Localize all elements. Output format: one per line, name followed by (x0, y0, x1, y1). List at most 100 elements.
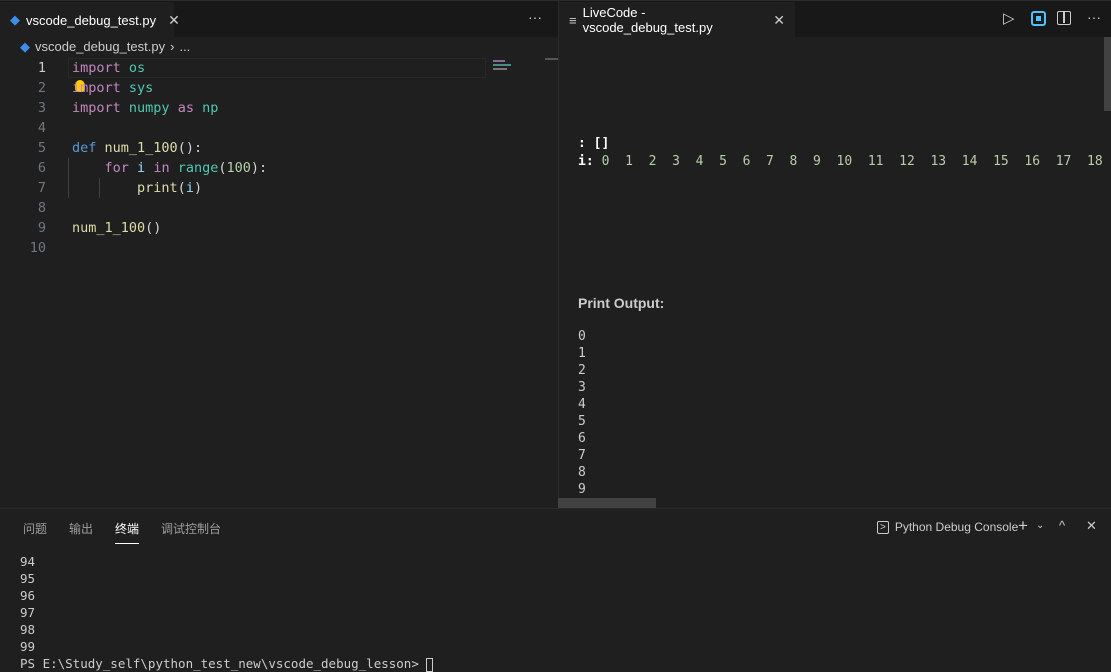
print-line: 7 (578, 448, 586, 463)
preview-vertical-scrollbar[interactable] (1104, 37, 1111, 111)
line-number: 5 (37, 140, 46, 156)
terminal-line: 96 (20, 588, 36, 603)
chevron-right-icon: › (170, 39, 175, 54)
code-token: sys (128, 80, 154, 96)
code-line: import sys (72, 78, 153, 98)
terminal-line: 99 (20, 639, 36, 654)
code-editor[interactable]: 1 import os 2 import sys 3 import numpy as np… (0, 58, 545, 498)
panel-tabs: 问题 输出 终端 调试控制台 (23, 520, 221, 544)
code-token: i (185, 180, 194, 196)
line-number: 8 (37, 200, 46, 216)
more-actions-icon[interactable]: ··· (1087, 9, 1101, 25)
tab-livecode[interactable]: ≡ LiveCode - vscode_debug_test.py ✕ (559, 2, 795, 38)
panel-tab[interactable]: 终端 (115, 520, 140, 544)
terminal-output[interactable]: 94 95 96 97 98 99 PS E:\Study_self\python_test… (20, 553, 434, 672)
empty-variable-line: : [] (578, 136, 610, 151)
indent-guide (68, 158, 69, 198)
line-number: 6 (37, 160, 46, 176)
terminal-icon: > (877, 520, 889, 534)
terminal-line: 94 (20, 554, 36, 569)
panel-border[interactable] (0, 508, 1111, 509)
variable-label: i: (578, 154, 594, 169)
code-token: ( (218, 160, 227, 176)
line-number: 2 (37, 80, 46, 96)
variable-value: 18 (1087, 154, 1103, 169)
preview-horizontal-scrollbar[interactable] (558, 498, 656, 508)
code-token: 100 (226, 160, 251, 176)
code-line: import numpy as np (72, 98, 218, 118)
code-token: in (153, 160, 170, 176)
breadcrumb-symbol[interactable]: ... (179, 39, 190, 55)
variable-value: 13 (930, 154, 947, 169)
editor-split-divider[interactable] (558, 0, 559, 508)
code-line: import os (72, 58, 145, 78)
line-number: 1 (37, 60, 46, 76)
terminal-line: 95 (20, 571, 36, 586)
close-panel-icon[interactable]: ✕ (1086, 518, 1097, 534)
close-icon[interactable]: ✕ (773, 12, 785, 29)
run-icon[interactable]: ▷ (1003, 9, 1015, 27)
code-line: print(i) (72, 178, 202, 198)
python-file-icon: ◆ (10, 12, 20, 27)
split-editor-icon[interactable] (1057, 11, 1071, 25)
python-file-icon: ◆ (20, 39, 30, 54)
code-token: def (72, 140, 97, 156)
line-number: 4 (37, 120, 46, 136)
code-token: for (104, 160, 129, 176)
stop-icon[interactable] (1031, 11, 1046, 26)
chevron-down-icon[interactable]: ⌄ (1036, 520, 1044, 531)
close-icon[interactable]: ✕ (168, 12, 180, 29)
line-number: 9 (37, 220, 46, 236)
tab-label: LiveCode - vscode_debug_test.py (582, 5, 713, 35)
code-line: for i in range(100): (72, 158, 268, 178)
terminal-selector[interactable]: > Python Debug Console (877, 520, 1018, 534)
minimap[interactable] (493, 59, 533, 79)
terminal-line: 97 (20, 605, 36, 620)
more-actions-icon[interactable]: ··· (528, 9, 542, 25)
variable-value: 5 (719, 154, 727, 169)
prompt-text: PS E:\Study_self\python_test_new\vscode_… (20, 656, 427, 671)
terminal-line: 98 (20, 622, 36, 637)
line-number: 3 (37, 100, 46, 116)
variable-value: 11 (867, 154, 884, 169)
variable-value: 7 (766, 154, 774, 169)
panel-tab[interactable]: 问题 (23, 520, 47, 544)
print-line: 5 (578, 414, 586, 429)
variable-value: 10 (836, 154, 853, 169)
code-token: os (128, 60, 146, 76)
variable-i-line: i: 0 1 2 3 4 5 6 7 8 9 10 11 12 13 14 15 … (578, 153, 1111, 170)
breadcrumb-file[interactable]: vscode_debug_test.py (35, 39, 165, 55)
editor-scrollbar[interactable] (545, 58, 558, 60)
print-line: 6 (578, 431, 586, 446)
panel-tab[interactable]: 输出 (69, 520, 93, 544)
breadcrumb: ◆ vscode_debug_test.py › ... (20, 39, 190, 55)
print-output-heading: Print Output: (578, 295, 665, 311)
code-token: () (145, 220, 162, 236)
print-output: 0 1 2 3 4 5 6 7 8 9 (578, 328, 586, 498)
variable-value: 1 (625, 154, 633, 169)
print-line: 0 (578, 329, 586, 344)
code-token: num_1_100 (104, 140, 178, 156)
panel-tab[interactable]: 调试控制台 (161, 520, 221, 544)
print-line: 8 (578, 465, 586, 480)
variable-value: 15 (993, 154, 1009, 169)
tab-vscode-debug-test[interactable]: ◆ vscode_debug_test.py ✕ (0, 2, 180, 38)
maximize-panel-icon[interactable]: ^ (1059, 518, 1065, 533)
new-terminal-icon[interactable]: + (1018, 516, 1028, 536)
variable-value: 16 (1024, 154, 1041, 169)
print-line: 9 (578, 482, 586, 497)
code-token: import (72, 60, 121, 76)
right-tab-bar: ≡ LiveCode - vscode_debug_test.py ✕ ▷ ··… (559, 0, 1111, 38)
line-number: 10 (29, 240, 46, 256)
terminal-name: Python Debug Console (894, 520, 1019, 534)
